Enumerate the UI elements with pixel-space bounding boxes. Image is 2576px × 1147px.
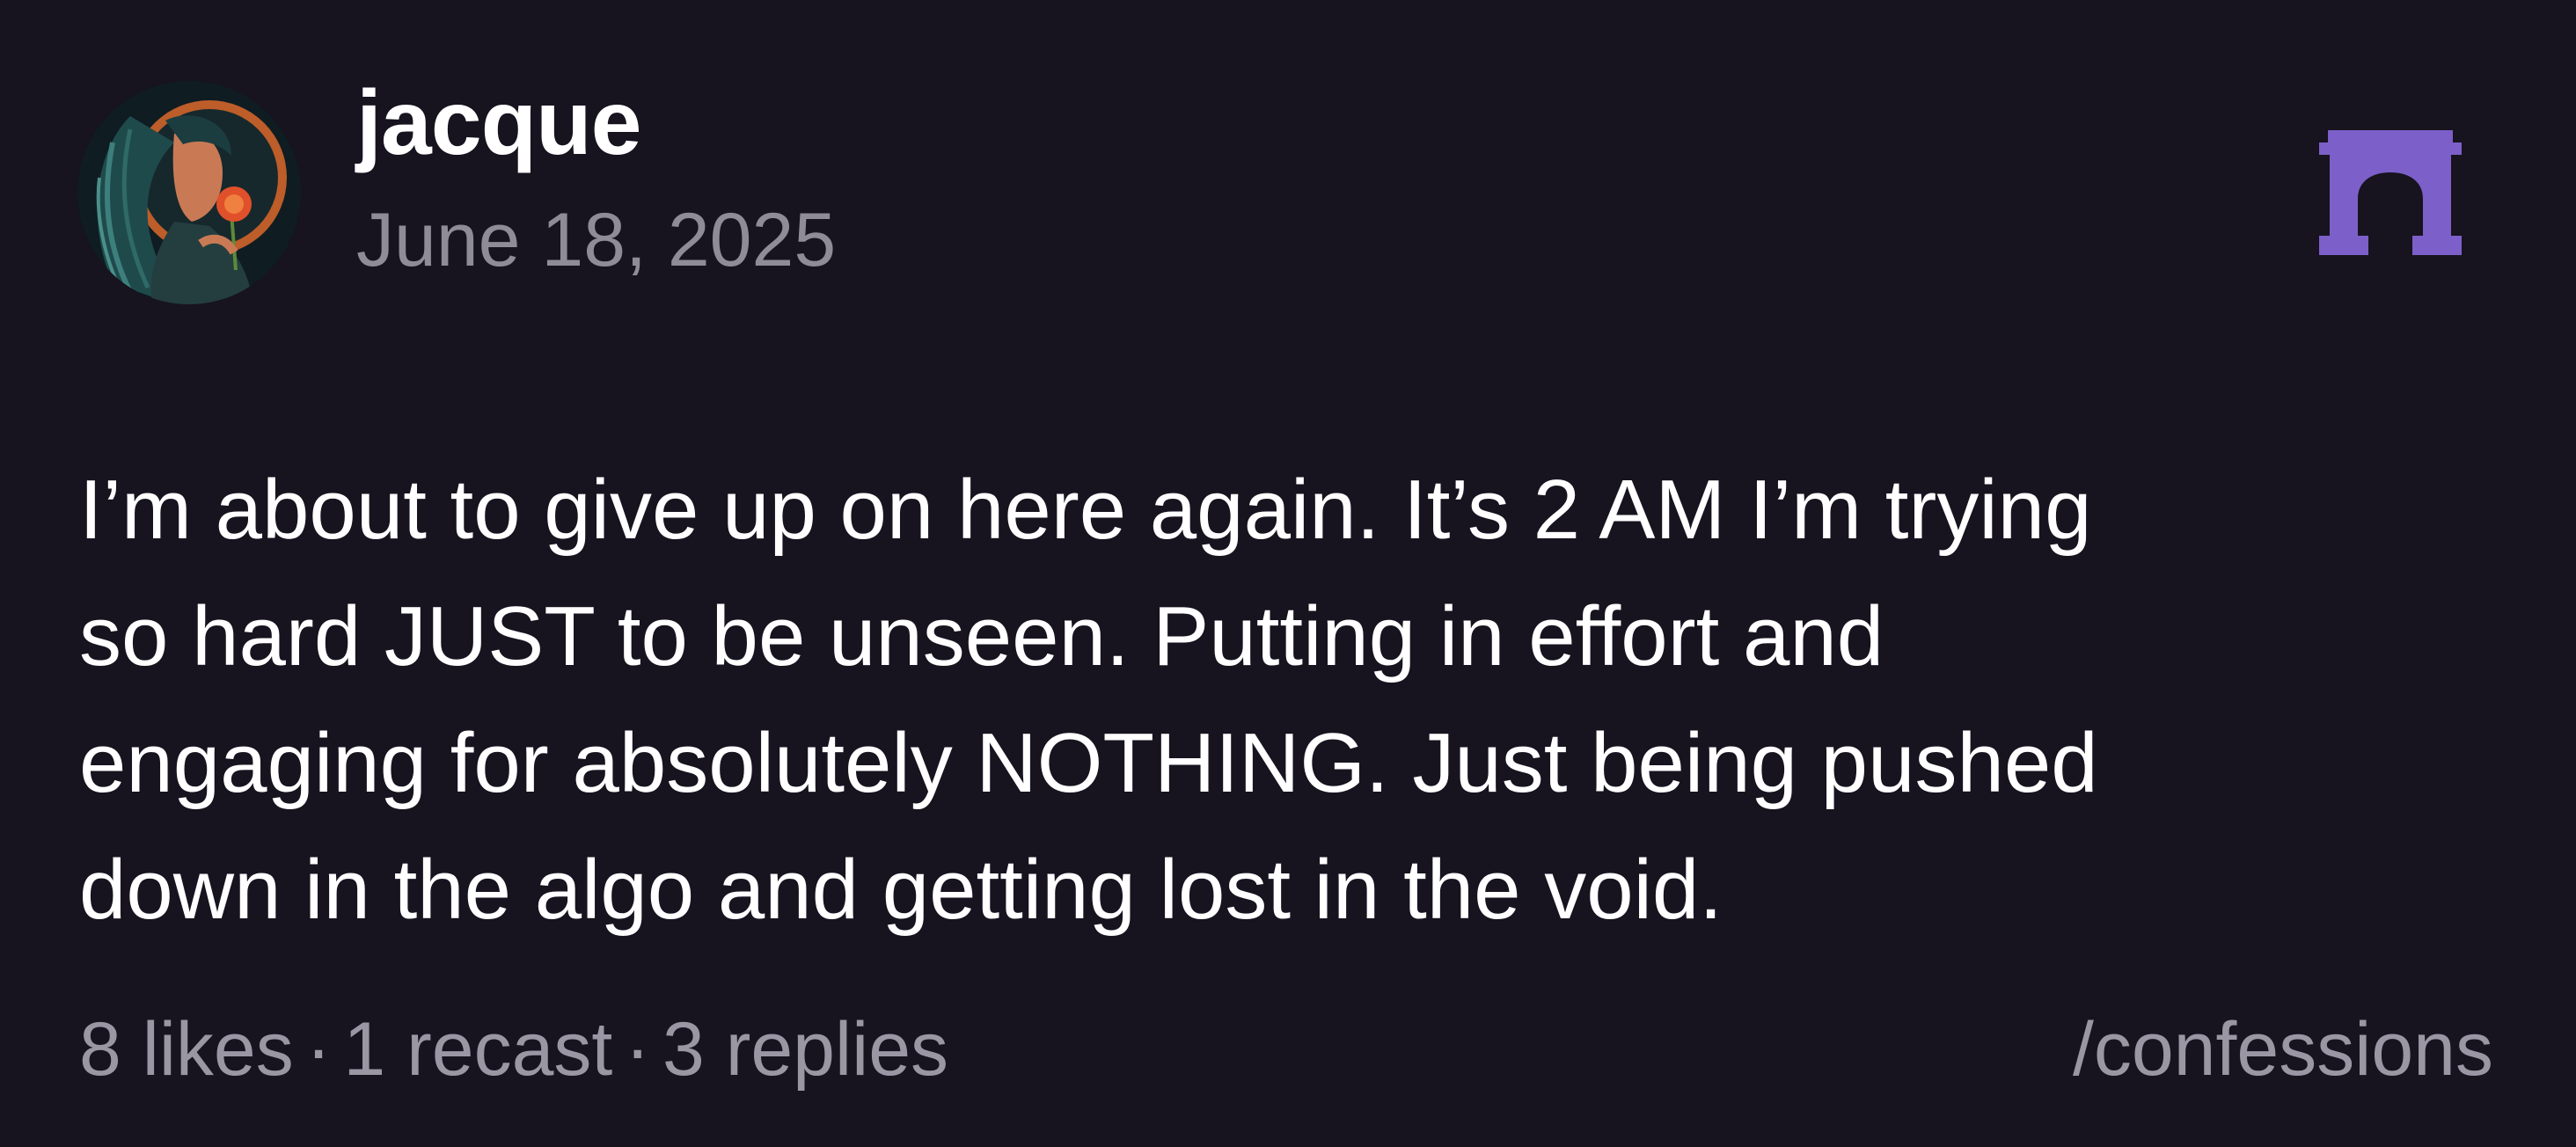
cast-card[interactable]: jacque June 18, 2025 I’m about to give u… (0, 0, 2576, 1147)
avatar-woman-with-rose-icon (77, 81, 301, 304)
avatar[interactable] (77, 81, 301, 304)
post-body: I’m about to give up on here again. It’s… (79, 463, 2098, 937)
separator: · (625, 1007, 650, 1092)
channel-link[interactable]: /confessions (2073, 1012, 2493, 1087)
author-username[interactable]: jacque (356, 77, 641, 169)
separator: · (305, 1007, 332, 1092)
farcaster-arch-icon (2319, 130, 2462, 255)
replies-count[interactable]: 3 replies (662, 1007, 948, 1092)
likes-count[interactable]: 8 likes (79, 1007, 294, 1092)
engagement-stats: 8 likes · 1 recast · 3 replies (79, 1012, 948, 1087)
post-date: June 18, 2025 (356, 198, 837, 282)
recasts-count[interactable]: 1 recast (343, 1007, 612, 1092)
channel-logo[interactable] (2319, 130, 2462, 255)
